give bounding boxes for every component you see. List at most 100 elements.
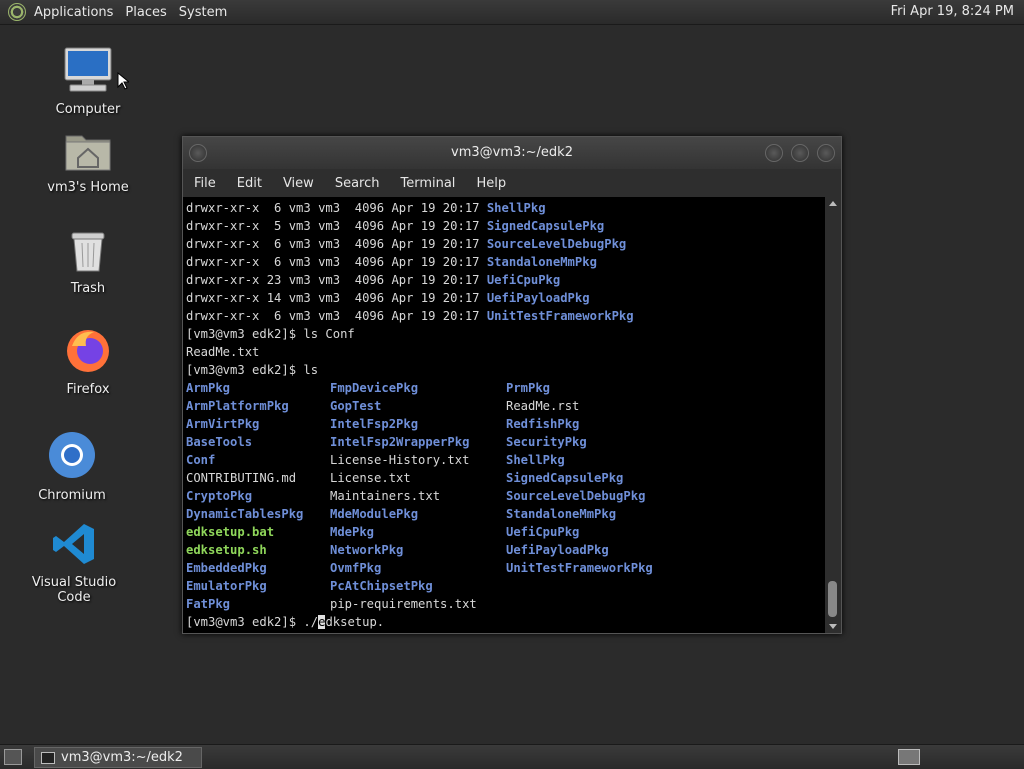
terminal-window[interactable]: vm3@vm3:~/edk2 File Edit View Search Ter… bbox=[182, 136, 842, 634]
scrollbar-thumb[interactable] bbox=[828, 581, 837, 617]
menu-help[interactable]: Help bbox=[465, 176, 516, 191]
terminal-input-line[interactable]: [vm3@vm3 edk2]$ ./edksetup. bbox=[186, 613, 825, 631]
trash-icon bbox=[71, 232, 105, 272]
close-button[interactable] bbox=[817, 144, 835, 162]
ls-entry: MdePkg bbox=[330, 525, 375, 539]
ls-entry: BaseTools bbox=[186, 435, 253, 449]
terminal-scrollbar[interactable] bbox=[825, 197, 841, 633]
terminal-titlebar[interactable]: vm3@vm3:~/edk2 bbox=[183, 137, 841, 169]
clock[interactable]: Fri Apr 19, 8:24 PM bbox=[891, 4, 1014, 19]
top-menu: Applications Places System bbox=[30, 0, 235, 24]
listing-name: UefiPayloadPkg bbox=[486, 291, 590, 305]
desktop-icon-label: Visual Studio Code bbox=[31, 575, 117, 605]
terminal-icon bbox=[41, 751, 55, 764]
ls-entry: ArmPlatformPkg bbox=[186, 399, 289, 413]
menu-edit[interactable]: Edit bbox=[226, 176, 272, 191]
desktop-icon-label: Chromium bbox=[38, 488, 106, 503]
ls-row: ArmPkg FmpDevicePkg PrmPkg bbox=[186, 379, 825, 397]
firefox-icon bbox=[67, 330, 109, 372]
listing-name: SourceLevelDebugPkg bbox=[486, 237, 627, 251]
ls-entry: edksetup.sh bbox=[186, 543, 267, 557]
listing-name: StandaloneMmPkg bbox=[486, 255, 597, 269]
ls-entry: ArmVirtPkg bbox=[186, 417, 260, 431]
chromium-icon bbox=[49, 432, 95, 478]
ls-entry: FmpDevicePkg bbox=[330, 381, 419, 395]
ls-entry: UefiCpuPkg bbox=[506, 525, 580, 539]
desktop-icon-trash[interactable]: Trash bbox=[33, 229, 143, 296]
ls-entry: PcAtChipsetPkg bbox=[330, 579, 433, 593]
desktop-icon-vscode[interactable]: Visual Studio Code bbox=[19, 521, 129, 605]
desktop-icon-firefox[interactable]: Firefox bbox=[33, 326, 143, 397]
ls-entry: SignedCapsulePkg bbox=[506, 471, 624, 485]
listing-meta: drwxr-xr-x 6 vm3 vm3 4096 Apr 19 20:17 bbox=[186, 309, 487, 323]
ls-entry: edksetup.bat bbox=[186, 525, 275, 539]
terminal-line: [vm3@vm3 edk2]$ ls bbox=[186, 361, 825, 379]
minimize-button[interactable] bbox=[765, 144, 783, 162]
shell-command: ls Conf bbox=[303, 327, 355, 341]
ls-entry: StandaloneMmPkg bbox=[506, 507, 617, 521]
shell-prompt: [vm3@vm3 edk2]$ bbox=[186, 615, 304, 629]
desktop-icon-chromium[interactable]: Chromium bbox=[17, 430, 127, 503]
scroll-down-arrow-icon[interactable] bbox=[829, 624, 837, 629]
listing-meta: drwxr-xr-x 23 vm3 vm3 4096 Apr 19 20:17 bbox=[186, 273, 487, 287]
ls-row: FatPkg pip-requirements.txt bbox=[186, 595, 825, 613]
menu-view[interactable]: View bbox=[272, 176, 324, 191]
distro-logo-icon[interactable] bbox=[8, 3, 26, 21]
maximize-button[interactable] bbox=[791, 144, 809, 162]
ls-row: CryptoPkg Maintainers.txt SourceLevelDebug… bbox=[186, 487, 825, 505]
terminal-line: ReadMe.txt bbox=[186, 343, 825, 361]
listing-name: UnitTestFrameworkPkg bbox=[486, 309, 634, 323]
show-desktop-icon[interactable] bbox=[4, 749, 22, 765]
ls-entry: UefiPayloadPkg bbox=[506, 543, 609, 557]
terminal-line: [vm3@vm3 edk2]$ ls Conf bbox=[186, 325, 825, 343]
listing-name: SignedCapsulePkg bbox=[486, 219, 605, 233]
listing-meta: drwxr-xr-x 6 vm3 vm3 4096 Apr 19 20:17 bbox=[186, 237, 487, 251]
menu-terminal[interactable]: Terminal bbox=[389, 176, 465, 191]
menu-applications[interactable]: Applications bbox=[30, 5, 121, 20]
menu-file[interactable]: File bbox=[183, 176, 226, 191]
typed-input: dksetup. bbox=[325, 615, 385, 629]
scroll-up-arrow-icon[interactable] bbox=[829, 201, 837, 206]
desktop-icon-label: Firefox bbox=[66, 382, 110, 397]
terminal-line: drwxr-xr-x 6 vm3 vm3 4096 Apr 19 20:17 S… bbox=[186, 235, 825, 253]
menu-places[interactable]: Places bbox=[121, 5, 174, 20]
listing-meta: drwxr-xr-x 14 vm3 vm3 4096 Apr 19 20:17 bbox=[186, 291, 487, 305]
workspace-switcher[interactable] bbox=[898, 749, 920, 765]
listing-meta: drwxr-xr-x 6 vm3 vm3 4096 Apr 19 20:17 bbox=[186, 255, 487, 269]
desktop-icon-home[interactable]: vm3's Home bbox=[33, 128, 143, 195]
listing-name: ShellPkg bbox=[486, 201, 546, 215]
terminal-line: drwxr-xr-x 14 vm3 vm3 4096 Apr 19 20:17 … bbox=[186, 289, 825, 307]
terminal-output[interactable]: drwxr-xr-x 6 vm3 vm3 4096 Apr 19 20:17 S… bbox=[183, 197, 825, 633]
ls-entry: GopTest bbox=[330, 399, 382, 413]
terminal-line: drwxr-xr-x 5 vm3 vm3 4096 Apr 19 20:17 S… bbox=[186, 217, 825, 235]
menu-search[interactable]: Search bbox=[324, 176, 390, 191]
taskbar-item-terminal[interactable]: vm3@vm3:~/edk2 bbox=[34, 747, 202, 768]
terminal-line: drwxr-xr-x 6 vm3 vm3 4096 Apr 19 20:17 S… bbox=[186, 199, 825, 217]
ls-entry: SourceLevelDebugPkg bbox=[506, 489, 646, 503]
ls-entry: EmbeddedPkg bbox=[186, 561, 267, 575]
ls-row: EmulatorPkg PcAtChipsetPkg bbox=[186, 577, 825, 595]
menu-system[interactable]: System bbox=[175, 5, 235, 20]
terminal-menubar: File Edit View Search Terminal Help bbox=[183, 169, 841, 197]
ls-row: ArmVirtPkg IntelFsp2Pkg RedfishPkg bbox=[186, 415, 825, 433]
shell-command: ls bbox=[303, 363, 319, 377]
ls-entry: UnitTestFrameworkPkg bbox=[506, 561, 653, 575]
ls-entry: RedfishPkg bbox=[506, 417, 580, 431]
ls-entry: OvmfPkg bbox=[330, 561, 382, 575]
ls-entry: IntelFsp2WrapperPkg bbox=[330, 435, 470, 449]
terminal-line: drwxr-xr-x 6 vm3 vm3 4096 Apr 19 20:17 S… bbox=[186, 253, 825, 271]
ls-entry: PrmPkg bbox=[506, 381, 551, 395]
ls-row: Conf License-History.txt ShellPkg bbox=[186, 451, 825, 469]
shell-prompt: [vm3@vm3 edk2]$ bbox=[186, 327, 304, 341]
ls-entry: FatPkg bbox=[186, 597, 231, 611]
terminal-line: drwxr-xr-x 6 vm3 vm3 4096 Apr 19 20:17 U… bbox=[186, 307, 825, 325]
listing-name: UefiCpuPkg bbox=[486, 273, 561, 287]
terminal-title: vm3@vm3:~/edk2 bbox=[451, 145, 573, 160]
listing-meta: drwxr-xr-x 6 vm3 vm3 4096 Apr 19 20:17 bbox=[186, 201, 487, 215]
desktop-icon-label: vm3's Home bbox=[47, 180, 129, 195]
typed-input: ./ bbox=[303, 615, 319, 629]
ls-entry: pip-requirements.txt bbox=[330, 597, 477, 611]
ls-row: ArmPlatformPkg GopTest ReadMe.rst bbox=[186, 397, 825, 415]
window-menu-button[interactable] bbox=[189, 144, 207, 162]
ls-row: CONTRIBUTING.md License.txt SignedCapsuleP… bbox=[186, 469, 825, 487]
